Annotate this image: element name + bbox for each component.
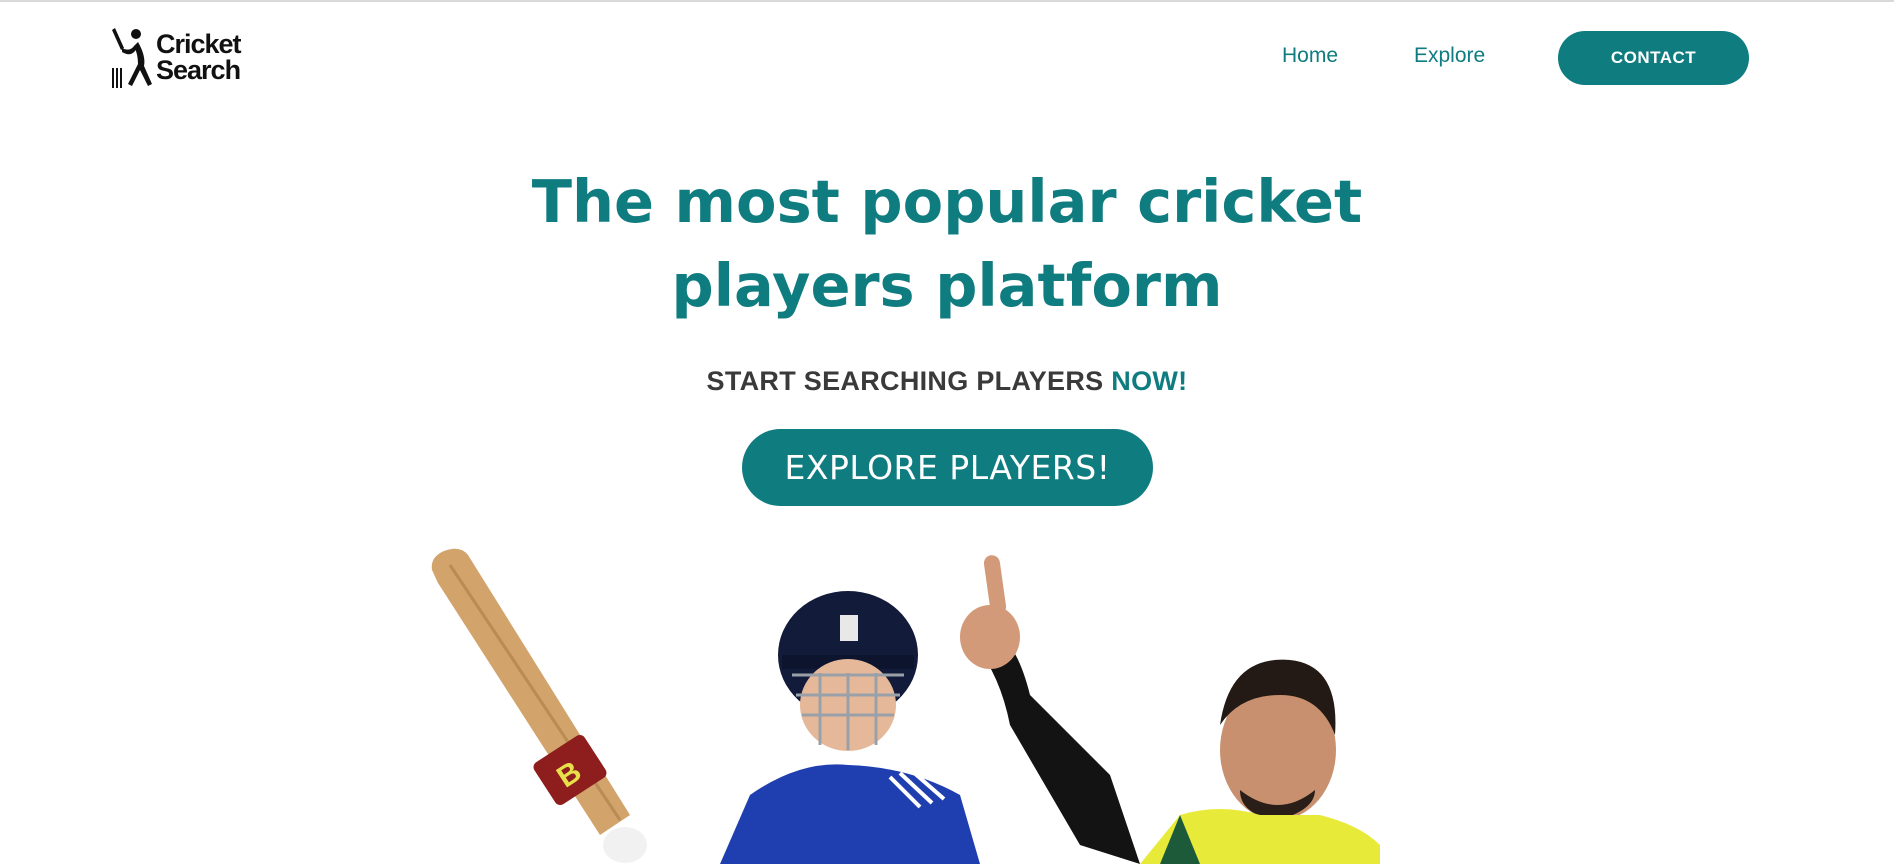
logo-line-1: Cricket: [156, 29, 242, 59]
hero-subtitle-accent: NOW!: [1111, 366, 1188, 396]
site-logo[interactable]: Cricket Search: [110, 26, 250, 90]
nav-home-link[interactable]: Home: [1282, 44, 1338, 68]
contact-button[interactable]: CONTACT: [1558, 31, 1749, 85]
hero-players-image: B: [431, 548, 1380, 864]
hero-title: The most popular cricket players platfor…: [447, 160, 1447, 328]
bowler-figure: [960, 555, 1380, 864]
explore-players-button[interactable]: EXPLORE PLAYERS!: [742, 429, 1153, 506]
hero-subtitle-main: START SEARCHING PLAYERS: [706, 366, 1112, 396]
site-header: Cricket Search Home Explore CONTACT: [0, 0, 1894, 110]
hero-title-line-2: players platform: [671, 251, 1223, 320]
hero-title-line-1: The most popular cricket: [531, 167, 1363, 236]
logo-line-2: Search: [156, 55, 241, 85]
logo-wordmark: Cricket Search: [156, 29, 242, 85]
nav-explore-link[interactable]: Explore: [1414, 44, 1485, 68]
batter-figure: B: [431, 548, 980, 864]
batsman-wicket-logo-icon: [112, 28, 152, 88]
hero-subtitle: START SEARCHING PLAYERS NOW!: [447, 366, 1447, 397]
